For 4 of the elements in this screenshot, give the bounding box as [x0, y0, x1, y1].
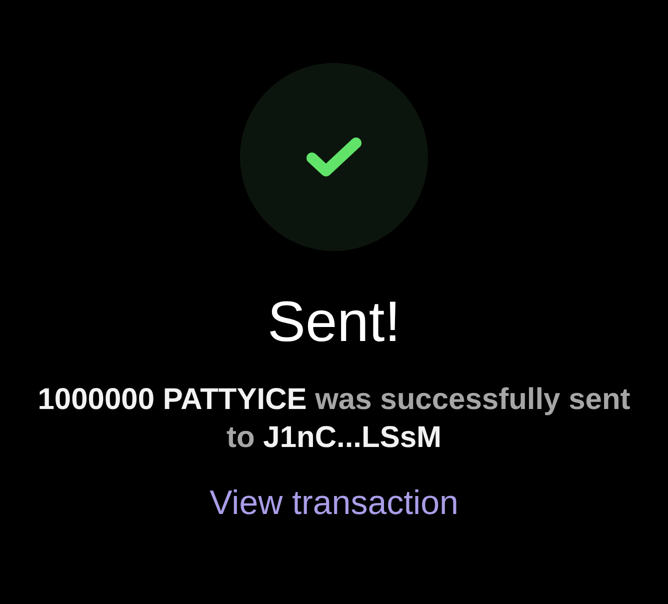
view-transaction-link[interactable]: View transaction [210, 483, 458, 523]
success-message: 1000000 PATTYICE was successfully sent to J1nC...LSsM [36, 382, 632, 456]
success-check-icon [240, 63, 428, 251]
status-title: Sent! [267, 290, 401, 354]
